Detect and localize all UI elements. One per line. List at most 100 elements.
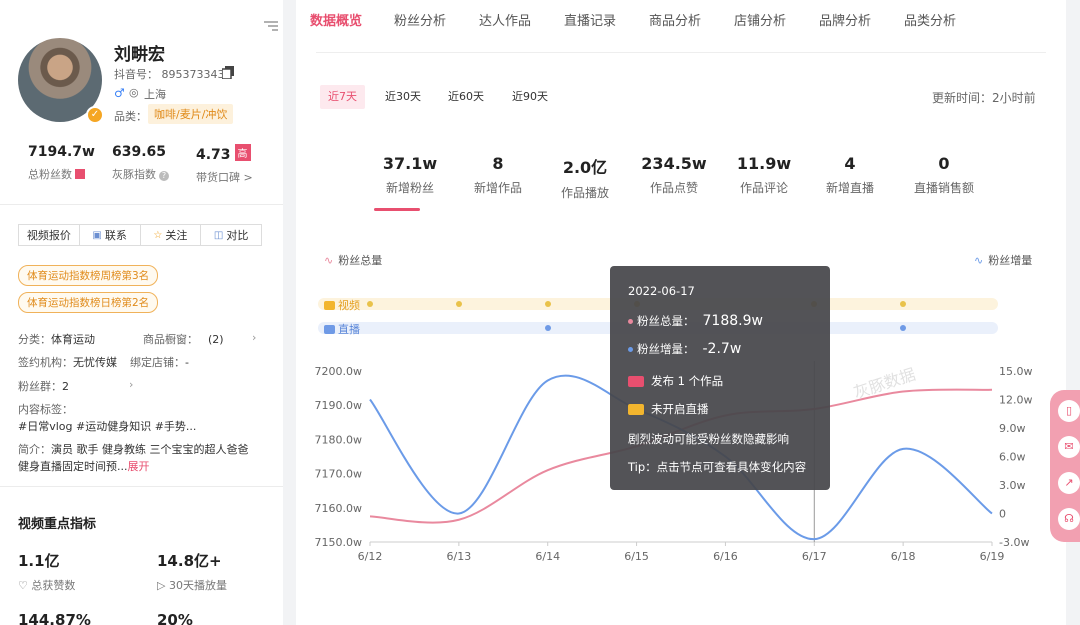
contact-button[interactable]: ▣ 联系 (80, 225, 141, 245)
range-90d[interactable]: 近90天 (504, 85, 556, 109)
card-value: 0 (938, 154, 950, 173)
card-live-sales[interactable]: 0 直播销售额 (902, 138, 986, 210)
tab-overview[interactable]: 数据概览 (310, 10, 362, 29)
range-60d[interactable]: 近60天 (440, 85, 492, 109)
creator-name: 刘畊宏 (114, 45, 165, 65)
info-showcase[interactable]: 商品橱窗： (2) (143, 331, 224, 347)
y-right-tick-label: 3.0w (999, 479, 1026, 492)
video-quote-button[interactable]: 视频报价 (19, 225, 80, 245)
total-likes-value: 1.1亿 (18, 552, 60, 570)
message-icon[interactable]: ✉ (1058, 436, 1080, 458)
tooltip-total-label: 粉丝总量： (637, 314, 695, 328)
help-icon[interactable]: ? (159, 171, 169, 181)
video-metrics-title: 视频重点指标 (18, 517, 97, 532)
video-quote-label: 视频报价 (26, 229, 71, 242)
chevron-right-icon[interactable]: › (252, 331, 256, 344)
compare-icon: ◫ (213, 229, 224, 241)
tooltip-inc-row: 粉丝增量： -2.7w (628, 341, 812, 357)
follow-button[interactable]: ☆ 关注 (141, 225, 202, 245)
legend-total-label: 粉丝总量 (338, 254, 383, 267)
corner-fold-icon[interactable] (264, 20, 278, 32)
contact-label: 联系 (104, 229, 127, 242)
info-agency-value: 无忧传媒 (73, 356, 117, 369)
tooltip-total-row: 粉丝总量： 7188.9w (628, 313, 812, 329)
card-likes[interactable]: 234.5w 作品点赞 (632, 138, 716, 210)
y-left-tick-label: 7150.0w (315, 536, 363, 549)
male-icon: ♂ (114, 86, 125, 100)
chart-icon[interactable] (75, 169, 85, 179)
share-icon[interactable]: ↗ (1058, 472, 1080, 494)
compare-label: 对比 (226, 229, 249, 242)
info-shop-label: 绑定店铺： (130, 356, 185, 369)
tooltip-video-line: 发布 1 个作品 (651, 374, 724, 388)
live-event-marker[interactable] (544, 325, 551, 331)
chevron-right-icon[interactable]: › (129, 378, 133, 391)
info-category-value: 体育运动 (51, 333, 95, 346)
reputation-stat[interactable]: 4.73 高 带货口碑 > (196, 144, 253, 185)
legend-total-fans[interactable]: ∿ 粉丝总量 (324, 252, 382, 268)
tab-shops[interactable]: 店铺分析 (734, 10, 786, 29)
wave-icon: ∿ (324, 253, 334, 267)
content-tags[interactable]: #日常vlog #运动健身知识 #手势... (18, 418, 196, 434)
card-value: 234.5w (641, 154, 707, 173)
x-tick-label: 6/18 (891, 550, 916, 563)
range-7d[interactable]: 近7天 (320, 85, 365, 109)
card-new-fans[interactable]: 37.1w 新增粉丝 (368, 138, 452, 211)
tooltip-live-row: 未开启直播 (628, 401, 812, 417)
key-stats: 7194.7w 总粉丝数 639.65 灰豚指数? 4.73 高 带货口碑 > (0, 144, 283, 184)
tooltip-live-line: 未开启直播 (651, 402, 709, 416)
live-camera-icon (628, 403, 644, 415)
y-left-tick-label: 7180.0w (315, 433, 363, 446)
tab-products[interactable]: 商品分析 (649, 10, 701, 29)
plays-value: 14.8亿+ (157, 552, 222, 570)
tab-works[interactable]: 达人作品 (479, 10, 531, 29)
card-new-works[interactable]: 8 新增作品 (456, 138, 540, 210)
rank-tag-weekly[interactable]: 体育运动指数榜周榜第3名 (18, 265, 159, 286)
tooltip-inc-label: 粉丝增量： (637, 342, 695, 356)
reputation-value: 4.73 (196, 147, 231, 163)
info-fan-group[interactable]: 粉丝群：2 (18, 378, 69, 394)
video-event-marker[interactable] (367, 301, 373, 307)
tooltip-inc-value: -2.7w (702, 341, 742, 357)
compare-button[interactable]: ◫ 对比 (201, 225, 261, 245)
updated-time: 更新时间：2小时前 (932, 91, 1036, 105)
x-tick-label: 6/19 (980, 550, 1005, 563)
reputation-badge: 高 (234, 144, 251, 161)
tab-categories[interactable]: 品类分析 (904, 10, 956, 29)
card-new-lives[interactable]: 4 新增直播 (808, 138, 892, 210)
range-30d[interactable]: 近30天 (377, 85, 429, 109)
info-category-label: 分类： (18, 333, 51, 346)
card-label: 作品播放 (560, 186, 609, 200)
total-fans-stat: 7194.7w 总粉丝数 (28, 144, 95, 182)
copy-icon[interactable] (222, 66, 234, 79)
phone-icon[interactable]: ▯ (1058, 400, 1080, 422)
chart-tooltip: 2022-06-17 粉丝总量： 7188.9w 粉丝增量： -2.7w 发布 … (610, 266, 830, 490)
blue-dot-icon (628, 346, 633, 352)
card-comments[interactable]: 11.9w 作品评论 (722, 138, 806, 210)
tab-live[interactable]: 直播记录 (564, 10, 616, 29)
heart-icon: ♡ (18, 579, 28, 592)
tooltip-date: 2022-06-17 (628, 284, 695, 298)
category-tag[interactable]: 咖啡/麦片/冲饮 (148, 104, 234, 124)
rank-tag-daily[interactable]: 体育运动指数榜日榜第2名 (18, 292, 159, 313)
divider (0, 204, 283, 205)
x-tick-label: 6/14 (535, 550, 560, 563)
legend-fan-increase[interactable]: ∿ 粉丝增量 (974, 252, 1032, 268)
expand-link[interactable]: 展开 (128, 460, 150, 473)
video-event-marker[interactable] (455, 301, 462, 307)
card-label: 新增直播 (825, 181, 874, 195)
tab-bar: 数据概览 粉丝分析 达人作品 直播记录 商品分析 店铺分析 品牌分析 品类分析 (296, 0, 1066, 40)
card-value: 4 (844, 154, 856, 173)
plays-metric: 14.8亿+ ▷ 30天播放量 (157, 550, 227, 593)
y-right-tick-label: 12.0w (999, 394, 1033, 407)
y-left-tick-label: 7170.0w (315, 468, 363, 481)
card-plays[interactable]: 2.0亿 作品播放 (543, 138, 627, 210)
y-right-tick-label: 9.0w (999, 422, 1026, 435)
headset-icon[interactable]: ☊ (1058, 508, 1080, 530)
tab-brands[interactable]: 品牌分析 (819, 10, 871, 29)
total-likes-label: 总获赞数 (31, 579, 76, 592)
video-event-marker[interactable] (544, 301, 551, 307)
metric-4: 20% (157, 611, 193, 625)
tab-fans[interactable]: 粉丝分析 (394, 10, 446, 29)
info-showcase-label: 商品橱窗： (143, 333, 198, 346)
